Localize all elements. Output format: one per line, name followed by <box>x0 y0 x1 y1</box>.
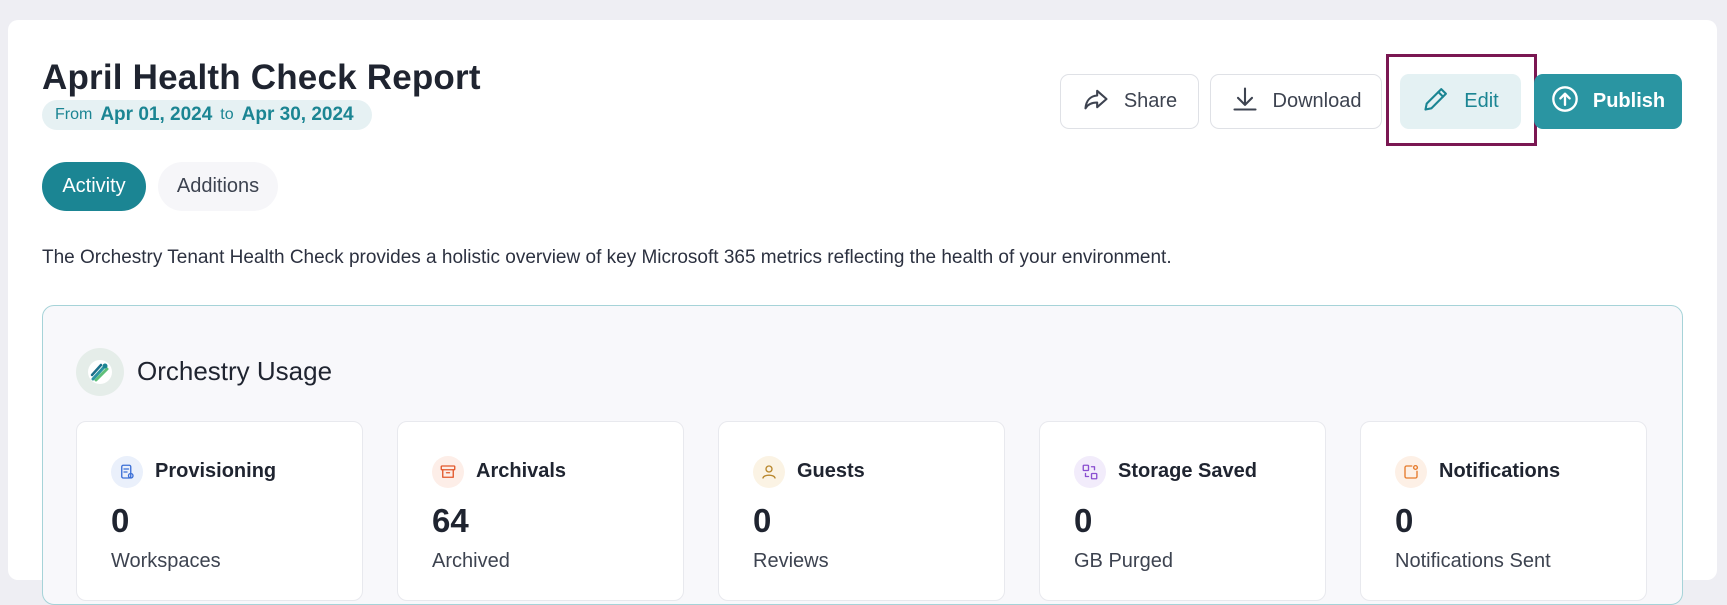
provisioning-card: Provisioning 0 Workspaces <box>76 421 363 601</box>
stat-value: 0 <box>111 502 130 539</box>
stat-value: 64 <box>432 502 469 539</box>
stat-caption: GB Purged <box>1074 550 1173 572</box>
to-label: to <box>220 106 234 123</box>
publish-button[interactable]: Publish <box>1534 74 1682 129</box>
notifications-card: Notifications 0 Notifications Sent <box>1360 421 1647 601</box>
stat-caption: Reviews <box>753 550 829 572</box>
stat-label: Guests <box>797 460 865 482</box>
stat-caption: Workspaces <box>111 550 221 572</box>
report-description: The Orchestry Tenant Health Check provid… <box>42 247 1172 268</box>
stat-label: Archivals <box>476 460 567 482</box>
publish-label: Publish <box>1592 90 1666 112</box>
stat-caption: Archived <box>432 550 510 572</box>
stat-label: Provisioning <box>155 460 277 482</box>
share-label: Share <box>1123 90 1178 112</box>
orchestry-logo-icon <box>76 348 124 396</box>
share-icon <box>1082 85 1110 119</box>
tab-activity[interactable]: Activity <box>42 162 146 211</box>
page-title: April Health Check Report <box>42 58 481 97</box>
stat-label: Notifications <box>1439 460 1561 482</box>
storage-icon <box>1074 456 1106 488</box>
storage-saved-card: Storage Saved 0 GB Purged <box>1039 421 1326 601</box>
provisioning-icon <box>111 456 143 488</box>
share-button[interactable]: Share <box>1060 74 1199 129</box>
usage-title: Orchestry Usage <box>137 356 333 386</box>
edit-label: Edit <box>1464 90 1499 112</box>
guests-card: Guests 0 Reviews <box>718 421 1005 601</box>
stat-caption: Notifications Sent <box>1395 550 1551 572</box>
download-icon <box>1231 85 1259 119</box>
date-range-badge: From Apr 01, 2024 to Apr 30, 2024 <box>42 100 372 130</box>
stat-value: 0 <box>1074 502 1093 539</box>
tab-additions[interactable]: Additions <box>158 162 278 211</box>
end-date: Apr 30, 2024 <box>241 104 354 125</box>
from-label: From <box>55 106 93 123</box>
stat-label: Storage Saved <box>1118 460 1257 482</box>
notification-icon <box>1395 456 1427 488</box>
download-button[interactable]: Download <box>1210 74 1382 129</box>
edit-button[interactable]: Edit <box>1400 74 1521 129</box>
start-date: Apr 01, 2024 <box>100 104 213 125</box>
user-icon <box>753 456 785 488</box>
stat-value: 0 <box>1395 502 1414 539</box>
upload-circle-icon <box>1551 85 1579 119</box>
download-label: Download <box>1272 90 1362 112</box>
pencil-icon <box>1422 85 1450 119</box>
archive-icon <box>432 456 464 488</box>
stat-value: 0 <box>753 502 772 539</box>
archivals-card: Archivals 64 Archived <box>397 421 684 601</box>
